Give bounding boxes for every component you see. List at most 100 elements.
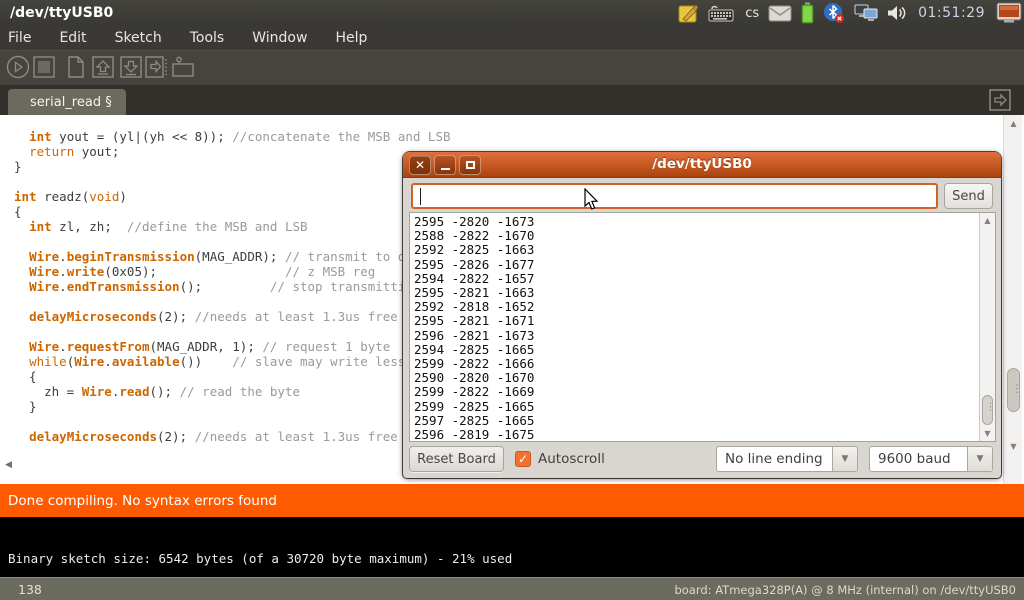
toolbar [0, 50, 1024, 85]
editor-vscroll-thumb[interactable] [1007, 368, 1020, 412]
volume-icon[interactable] [887, 2, 907, 24]
code-line: Wire.endTransmission(); // stop transmit… [14, 279, 451, 294]
scroll-up-icon[interactable]: ▲ [1004, 119, 1023, 128]
code-line: int yout = (yl|(yh << 8)); //concatenate… [14, 129, 451, 144]
serial-vscrollbar[interactable]: ▲ ▼ [979, 213, 995, 441]
scroll-down-icon[interactable]: ▼ [1004, 442, 1023, 451]
serial-output-line: 2599 -2822 -1666 [414, 357, 534, 371]
code-line: while(Wire.available()) // slave may wri… [14, 354, 451, 369]
serial-output-area[interactable]: 2595 -2820 -16732588 -2822 -16702592 -28… [409, 212, 996, 442]
send-button[interactable]: Send [944, 183, 993, 209]
battery-icon[interactable] [801, 2, 814, 24]
editor-vscrollbar[interactable]: ▲ ▼ [1003, 115, 1022, 484]
code-line: Wire.requestFrom(MAG_ADDR, 1); // reques… [14, 339, 451, 354]
menu-bar: File Edit Sketch Tools Window Help [0, 26, 1024, 50]
serial-vscroll-thumb[interactable] [982, 395, 993, 425]
stop-button[interactable] [31, 56, 57, 82]
line-ending-dropdown[interactable]: No line ending ▼ [716, 446, 858, 472]
line-ending-value: No line ending [725, 451, 823, 467]
verify-button[interactable] [5, 56, 31, 82]
bluetooth-icon[interactable] [823, 2, 845, 24]
code-line: } [14, 159, 451, 174]
save-button[interactable] [118, 56, 144, 82]
keyboard-layout-indicator[interactable]: cs [745, 6, 759, 21]
scroll-up-icon[interactable]: ▲ [980, 216, 995, 225]
code-line: int readz(void) [14, 189, 451, 204]
baud-rate-dropdown[interactable]: 9600 baud ▼ [869, 446, 993, 472]
system-tray: cs 01:51:29 [678, 0, 1022, 26]
code-line: Wire.write(0x05); // z MSB reg [14, 264, 451, 279]
menu-file[interactable]: File [8, 28, 41, 48]
open-button[interactable] [90, 56, 116, 82]
code-text: int yout = (yl|(yh << 8)); //concatenate… [14, 129, 451, 444]
serial-output-line: 2596 -2819 -1675 [414, 428, 534, 442]
keyboard-icon[interactable] [708, 2, 734, 24]
window-title: /dev/ttyUSB0 [0, 5, 113, 21]
new-sketch-icon [63, 55, 87, 83]
reset-board-label: Reset Board [417, 452, 496, 467]
menu-edit[interactable]: Edit [49, 28, 96, 48]
line-number-indicator: 138 [18, 582, 42, 597]
mouse-cursor [583, 188, 599, 216]
clock[interactable]: 01:51:29 [916, 5, 987, 21]
tab-serial-read[interactable]: serial_read § [8, 89, 126, 115]
mail-icon[interactable] [768, 2, 792, 24]
serial-output-line: 2595 -2821 -1671 [414, 314, 534, 328]
text-caret [420, 188, 421, 205]
send-label: Send [952, 189, 985, 204]
serial-monitor-icon [171, 55, 195, 83]
serial-monitor-window: ✕ /dev/ttyUSB0 Send 2595 -2820 -16732588… [403, 152, 1001, 478]
note-icon[interactable] [678, 2, 699, 24]
menu-sketch[interactable]: Sketch [105, 28, 172, 48]
tab-arrow-icon [989, 89, 1011, 111]
chevron-down-icon[interactable]: ▼ [832, 447, 857, 471]
code-line: { [14, 204, 451, 219]
hscroll-left-arrow[interactable]: ◀ [5, 460, 12, 470]
serial-output-line: 2599 -2825 -1665 [414, 400, 534, 414]
menu-window[interactable]: Window [242, 28, 317, 48]
code-line: zh = Wire.read(); // read the byte [14, 384, 451, 399]
menu-help[interactable]: Help [325, 28, 377, 48]
tab-bar: serial_read § [0, 85, 1024, 115]
scroll-down-icon[interactable]: ▼ [980, 429, 995, 438]
tab-menu-button[interactable] [988, 88, 1012, 112]
code-line: return yout; [14, 144, 451, 159]
code-line [14, 414, 451, 429]
network-icon[interactable] [854, 2, 878, 24]
serial-output-line: 2592 -2825 -1663 [414, 243, 534, 257]
stop-icon [32, 55, 56, 83]
serial-monitor-titlebar[interactable]: ✕ /dev/ttyUSB0 [403, 152, 1001, 178]
status-message: Done compiling. No syntax errors found [0, 493, 277, 509]
code-line [14, 174, 451, 189]
serial-output-line: 2594 -2825 -1665 [414, 343, 534, 357]
serial-output-line: 2590 -2820 -1670 [414, 371, 534, 385]
ide-bottom-bar: 138 board: ATmega328P(A) @ 8 MHz (intern… [0, 577, 1024, 600]
reset-board-button[interactable]: Reset Board [409, 446, 504, 472]
serial-output-line: 2599 -2822 -1669 [414, 385, 534, 399]
serial-output-line: 2595 -2820 -1673 [414, 215, 534, 229]
chevron-down-icon[interactable]: ▼ [967, 447, 992, 471]
top-panel: /dev/ttyUSB0 cs 01:51:29 [0, 0, 1024, 26]
serial-monitor-button[interactable] [170, 56, 196, 82]
serial-output-line: 2592 -2818 -1652 [414, 300, 534, 314]
code-line: delayMicroseconds(2); //needs at least 1… [14, 429, 451, 444]
desktop-screen: /dev/ttyUSB0 cs 01:51:29 File Edit Sketch To… [0, 0, 1024, 600]
serial-output-line: 2588 -2822 -1670 [414, 229, 534, 243]
baud-rate-value: 9600 baud [878, 451, 951, 467]
serial-input-field[interactable] [411, 183, 938, 209]
serial-output-line: 2594 -2822 -1657 [414, 272, 534, 286]
serial-output-line: 2597 -2825 -1665 [414, 414, 534, 428]
upload-button[interactable] [144, 56, 170, 82]
serial-output-line: 2596 -2821 -1673 [414, 329, 534, 343]
ide-console: Binary sketch size: 6542 bytes (of a 307… [0, 517, 1024, 577]
serial-output-line: 2595 -2821 -1663 [414, 286, 534, 300]
upload-icon [145, 55, 169, 83]
menu-tools[interactable]: Tools [180, 28, 235, 48]
autoscroll-checkbox[interactable]: ✓ [515, 451, 531, 467]
open-icon [91, 55, 115, 83]
session-icon[interactable] [996, 2, 1022, 24]
board-info: board: ATmega328P(A) @ 8 MHz (internal) … [674, 583, 1016, 597]
save-icon [119, 55, 143, 83]
code-line: Wire.beginTransmission(MAG_ADDR); // tra… [14, 249, 451, 264]
new-sketch-button[interactable] [62, 56, 88, 82]
